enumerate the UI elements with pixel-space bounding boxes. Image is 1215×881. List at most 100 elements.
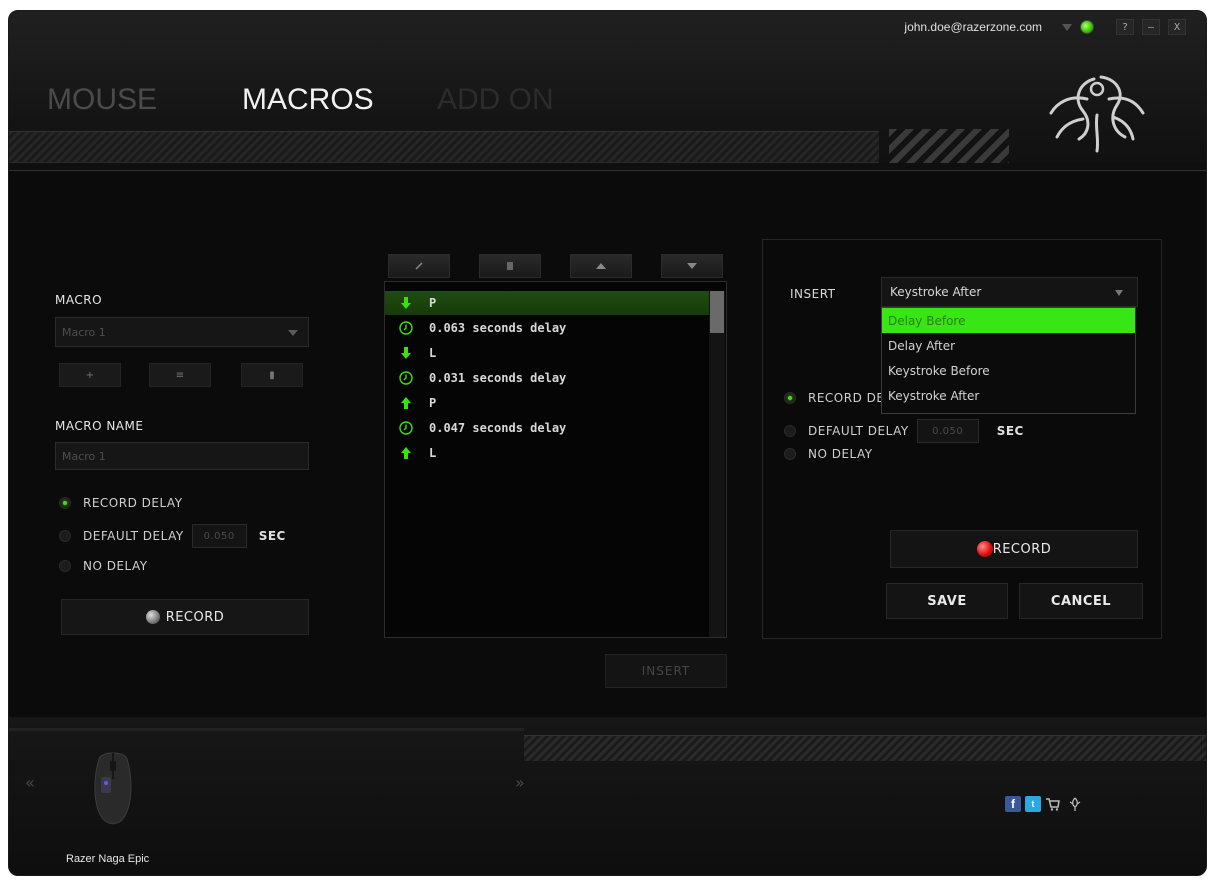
macro-event-text: 0.031 seconds delay	[429, 371, 567, 385]
clock-icon	[399, 371, 413, 385]
macro-select-value: Macro 1	[62, 325, 106, 339]
save-button[interactable]: SAVE	[886, 583, 1008, 619]
macro-event-row[interactable]: 0.063 seconds delay	[385, 316, 709, 340]
list-scrollbar[interactable]	[709, 291, 725, 637]
option-delay-after[interactable]: Delay After	[882, 333, 1135, 358]
add-macro-button[interactable]: +	[59, 363, 121, 387]
move-up-button[interactable]	[570, 254, 632, 278]
default-delay-input[interactable]: 0.050	[191, 524, 247, 548]
tab-mouse[interactable]: MOUSE	[47, 83, 242, 117]
right-record-label: RECORD	[992, 541, 1052, 557]
default-delay-radio[interactable]	[59, 530, 71, 542]
arrow-down-icon	[399, 346, 413, 360]
tab-add-on[interactable]: ADD ON	[437, 83, 632, 117]
header-stripe	[9, 131, 879, 163]
macro-name-value: Macro 1	[62, 449, 106, 463]
delete-entry-button[interactable]	[479, 254, 541, 278]
macro-event-text: P	[429, 296, 437, 310]
record-label: RECORD	[165, 609, 225, 625]
macro-event-list[interactable]: P 0.063 seconds delay L 0.031 seconds delay…	[384, 281, 727, 638]
help-button[interactable]: ?	[1116, 19, 1134, 35]
header-stripe-accent	[889, 129, 1009, 165]
option-keystroke-after[interactable]: Keystroke After	[882, 383, 1135, 408]
razer-logo-icon	[1049, 75, 1145, 153]
right-default-delay-option[interactable]: DEFAULT DELAY 0.050 SEC	[784, 419, 1024, 443]
macro-select[interactable]: Macro 1	[55, 317, 309, 347]
close-button[interactable]: X	[1168, 19, 1186, 35]
record-delay-label: RECORD DELAY	[83, 496, 183, 510]
header-divider	[9, 163, 1206, 171]
macro-event-text: L	[429, 346, 437, 360]
previous-device-arrow[interactable]: «	[25, 773, 35, 792]
default-delay-option[interactable]: DEFAULT DELAY 0.050 SEC	[59, 524, 286, 548]
right-no-delay-option[interactable]: NO DELAY	[784, 447, 873, 461]
no-delay-label: NO DELAY	[83, 559, 148, 573]
insert-type-select[interactable]: Keystroke After	[881, 277, 1138, 307]
pencil-icon	[415, 262, 423, 270]
insert-type-value: Keystroke After	[890, 285, 982, 299]
plus-icon: +	[85, 369, 95, 381]
trash-icon	[507, 262, 513, 270]
mouse-device-image[interactable]	[91, 749, 135, 825]
macro-event-row[interactable]: L	[385, 441, 709, 465]
tab-macros[interactable]: MACROS	[242, 83, 437, 117]
duplicate-icon: ≡	[175, 369, 185, 381]
next-device-arrow[interactable]: »	[515, 773, 525, 792]
option-keystroke-before[interactable]: Keystroke Before	[882, 358, 1135, 383]
cancel-button[interactable]: CANCEL	[1019, 583, 1143, 619]
right-default-delay-input[interactable]: 0.050	[916, 419, 979, 443]
facebook-icon[interactable]: f	[1005, 796, 1021, 812]
option-delay-before[interactable]: Delay Before	[882, 308, 1135, 333]
record-icon	[976, 541, 993, 557]
macro-event-row[interactable]: P	[385, 391, 709, 415]
clock-icon	[399, 321, 413, 335]
dropdown-triangle-icon[interactable]	[1062, 23, 1072, 31]
macro-label: MACRO	[55, 293, 103, 307]
duplicate-macro-button[interactable]: ≡	[149, 363, 211, 387]
delete-macro-button[interactable]: ▮	[241, 363, 303, 387]
macro-event-text: P	[429, 396, 437, 410]
record-delay-radio[interactable]	[59, 497, 71, 509]
macro-event-row[interactable]: L	[385, 341, 709, 365]
macro-event-row[interactable]: 0.031 seconds delay	[385, 366, 709, 390]
triangle-up-icon	[596, 263, 606, 269]
synapse-window: john.doe@razerzone.com ? – X MOUSE MACRO…	[8, 10, 1207, 876]
right-default-delay-label: DEFAULT DELAY	[808, 424, 909, 438]
no-delay-radio[interactable]	[59, 560, 71, 572]
chevron-down-icon	[1115, 290, 1123, 296]
main-tabs: MOUSE MACROS ADD ON	[47, 83, 632, 117]
right-no-delay-label: NO DELAY	[808, 447, 873, 461]
macro-event-row[interactable]: P	[385, 291, 709, 315]
sec-unit-label: SEC	[258, 529, 286, 543]
device-name: Razer Naga Epic	[66, 853, 150, 865]
no-delay-option[interactable]: NO DELAY	[59, 559, 148, 573]
insert-type-dropdown: Delay Before Delay After Keystroke Befor…	[881, 307, 1136, 414]
right-record-delay-radio[interactable]	[784, 392, 796, 404]
footer-divider	[9, 728, 524, 731]
top-bar: john.doe@razerzone.com ? – X	[904, 19, 1186, 35]
trash-icon: ▮	[269, 369, 275, 381]
razer-small-logo-icon[interactable]	[1067, 796, 1083, 812]
right-default-delay-radio[interactable]	[784, 425, 796, 437]
clock-icon	[399, 421, 413, 435]
macro-event-text: L	[429, 446, 437, 460]
move-down-button[interactable]	[661, 254, 723, 278]
scroll-thumb[interactable]	[710, 291, 724, 333]
record-icon	[145, 610, 160, 624]
macro-name-input[interactable]: Macro 1	[55, 442, 309, 470]
store-cart-icon[interactable]	[1045, 796, 1061, 812]
arrow-up-icon	[399, 396, 413, 410]
record-delay-option[interactable]: RECORD DELAY	[59, 496, 183, 510]
macro-event-text: 0.063 seconds delay	[429, 321, 567, 335]
insert-button[interactable]: INSERT	[605, 654, 727, 688]
record-button[interactable]: RECORD	[61, 599, 309, 635]
default-delay-label: DEFAULT DELAY	[83, 529, 184, 543]
twitter-icon[interactable]: t	[1025, 796, 1041, 812]
account-email[interactable]: john.doe@razerzone.com	[904, 20, 1042, 34]
minimize-button[interactable]: –	[1142, 19, 1160, 35]
edit-button[interactable]	[388, 254, 450, 278]
chevron-down-icon	[288, 330, 298, 336]
right-no-delay-radio[interactable]	[784, 448, 796, 460]
macro-event-row[interactable]: 0.047 seconds delay	[385, 416, 709, 440]
right-record-button[interactable]: RECORD	[890, 530, 1138, 568]
